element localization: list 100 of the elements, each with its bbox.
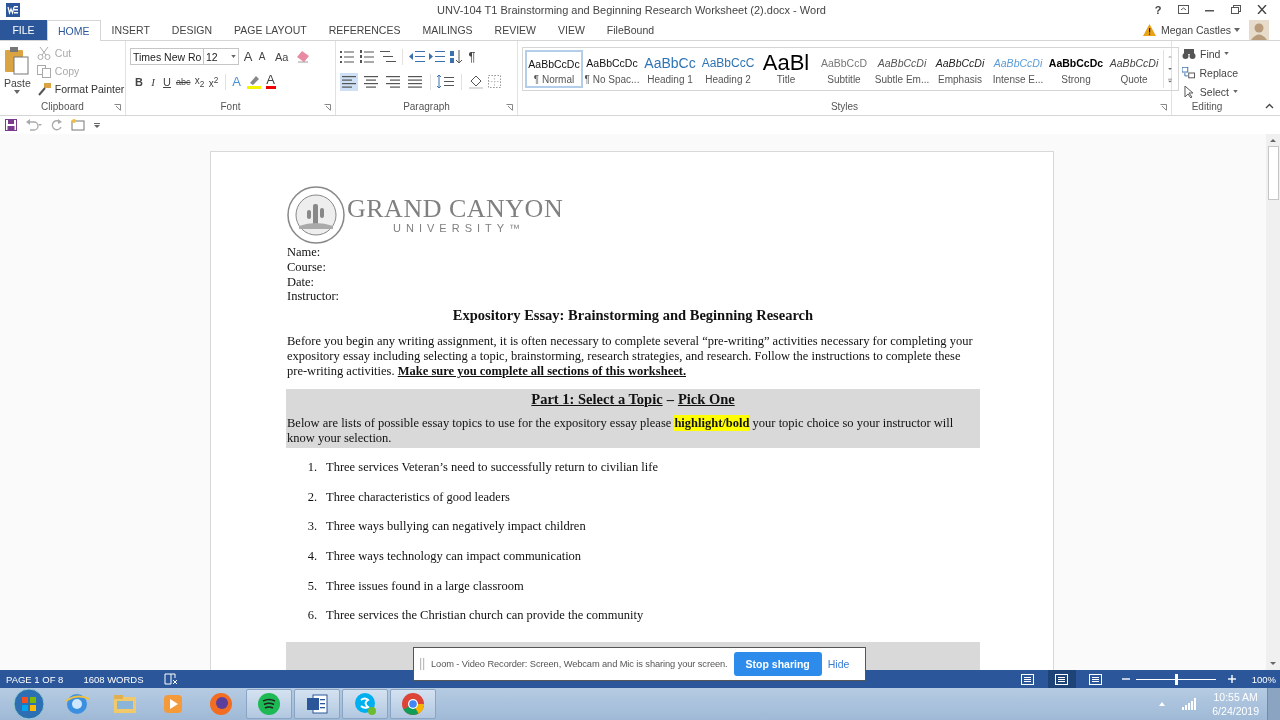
zoom-out-button[interactable] (1121, 675, 1130, 683)
close-icon[interactable] (1257, 5, 1267, 15)
ribbon-tab[interactable]: FILE (0, 19, 47, 40)
group-label: Clipboard (41, 101, 84, 113)
proofing-icon[interactable] (163, 673, 178, 685)
minus-icon (1121, 675, 1130, 683)
section-subheading: Pick One (677, 390, 735, 409)
start-button[interactable] (13, 688, 45, 720)
browser-icon (64, 691, 90, 717)
ribbon-display-icon[interactable] (1178, 5, 1189, 15)
customize-toolbar-icon[interactable] (93, 120, 101, 129)
change-case-button[interactable]: Aa (275, 50, 289, 63)
university-subtitle: UNIVERSITY™ (393, 222, 526, 235)
ribbon-tab[interactable]: PAGE LAYOUT (223, 19, 318, 40)
skype-icon (352, 691, 378, 717)
form-label: Name: (287, 244, 322, 260)
style-item[interactable]: AaBbCcDc Strong (1047, 49, 1105, 88)
editing-button[interactable]: Find (1176, 46, 1238, 61)
font-name-field[interactable]: Times New Ro (130, 48, 204, 66)
grow-font-button[interactable]: A (243, 49, 253, 65)
ribbon-tab[interactable]: HOME (47, 19, 101, 41)
align-button[interactable] (340, 72, 358, 91)
format-button[interactable]: x$^{2}$ (208, 74, 219, 90)
ribbon-tab[interactable]: VIEW (547, 19, 596, 40)
dash: – (666, 390, 674, 409)
taskbar-button[interactable] (294, 689, 340, 719)
highlighter-icon[interactable] (245, 74, 262, 90)
word-count[interactable]: 1608 WORDS (83, 673, 144, 685)
style-item[interactable]: AaBbCcDc ¶ No Spac... (583, 49, 641, 88)
paste-button[interactable]: Paste (4, 43, 31, 99)
ribbon-tab[interactable]: FileBound (595, 19, 666, 40)
font-size-field[interactable]: 12 (203, 48, 239, 66)
dialog-launcher-icon[interactable] (506, 103, 513, 111)
numbering-icon[interactable] (360, 50, 376, 64)
editing-button[interactable]: Replace (1176, 65, 1238, 80)
scrollbar-thumb[interactable] (1267, 145, 1279, 200)
shading-icon[interactable] (468, 74, 484, 89)
zoom-slider-thumb[interactable] (1174, 673, 1178, 685)
dialog-launcher-icon[interactable] (114, 103, 121, 111)
account-name[interactable]: Megan Castles (1160, 23, 1231, 36)
sort-icon[interactable] (449, 49, 463, 64)
increase-indent-icon[interactable] (429, 50, 445, 64)
show-formatting-button[interactable]: ¶ (467, 49, 477, 65)
clipboard-button[interactable]: Format Painter (36, 81, 125, 97)
ribbon-tab[interactable]: DESIGN (160, 19, 224, 40)
spotify-icon (256, 691, 282, 717)
list-number: 5. (307, 578, 317, 595)
brush-icon (36, 82, 51, 96)
ribbon-tab[interactable]: MAILINGS (411, 19, 484, 40)
ribbon-tab[interactable]: REFERENCES (317, 19, 412, 40)
ribbon-tab[interactable]: REVIEW (483, 19, 547, 40)
grip-icon[interactable] (420, 658, 425, 670)
text-effects-button[interactable]: A (231, 74, 242, 90)
style-item[interactable]: AaBbCcDi Emphasis (931, 49, 989, 88)
style-item[interactable]: AaBbCc Heading 1 (641, 49, 699, 88)
style-item[interactable]: AaBbCcDc ¶ Normal (525, 49, 583, 88)
zoom-in-button[interactable] (1227, 675, 1236, 683)
dialog-launcher-icon[interactable] (324, 103, 331, 111)
format-button[interactable]: abc (176, 76, 191, 87)
topic-text: Three services the Christian church can provide the community (326, 608, 644, 625)
shrink-font-button[interactable]: A (257, 51, 267, 63)
list-number: 1. (307, 460, 317, 477)
clipboard-icon (4, 45, 31, 76)
format-button[interactable]: U (162, 75, 172, 88)
align-icon (386, 75, 400, 88)
style-item[interactable]: AaBbCcDi Quote (1105, 49, 1163, 88)
taskbar-button[interactable] (246, 689, 292, 719)
warning-icon (1142, 23, 1156, 36)
firefox-icon (208, 691, 234, 717)
maximize-icon[interactable] (1231, 5, 1241, 15)
style-item[interactable]: AaBbCcD Subtitle (815, 49, 873, 88)
plus-icon (1227, 675, 1236, 683)
page-count[interactable]: PAGE 1 OF 8 (6, 673, 64, 685)
font-color-button[interactable]: A (265, 74, 276, 90)
zoom-level[interactable]: 100% (1251, 673, 1276, 685)
topic-text: Three issues found in a large classroom (326, 578, 524, 595)
style-item[interactable]: AaBl Title (757, 49, 815, 88)
decrease-indent-icon[interactable] (409, 50, 425, 64)
style-item[interactable]: AaBbCcDi Subtle Em... (873, 49, 931, 88)
caret-icon (1224, 52, 1230, 56)
multilevel-list-icon[interactable] (380, 50, 396, 64)
line-spacing-icon[interactable] (437, 75, 455, 89)
hide-link[interactable]: Hide (827, 658, 850, 670)
bullets-icon[interactable] (340, 50, 356, 64)
replace-icon (1182, 66, 1196, 79)
caret-icon[interactable] (1234, 27, 1240, 32)
view-button[interactable] (1047, 670, 1076, 688)
format-button[interactable]: B (134, 75, 144, 88)
style-item[interactable]: AaBbCcDi Intense E... (989, 49, 1047, 88)
scissors-icon (36, 46, 51, 60)
style-item[interactable]: AaBbCcC Heading 2 (699, 49, 757, 88)
dialog-launcher-icon[interactable] (1160, 103, 1167, 111)
format-button[interactable]: I (148, 75, 158, 88)
format-button[interactable]: x$_{2}$ (194, 74, 205, 89)
collapse-ribbon-icon[interactable] (1265, 102, 1274, 109)
ribbon-tab[interactable]: INSERT (100, 19, 161, 40)
save-icon[interactable] (5, 118, 17, 131)
editing-button[interactable]: Select (1176, 84, 1238, 99)
borders-icon[interactable] (488, 75, 501, 89)
help-button[interactable]: ? (1147, 4, 1169, 16)
